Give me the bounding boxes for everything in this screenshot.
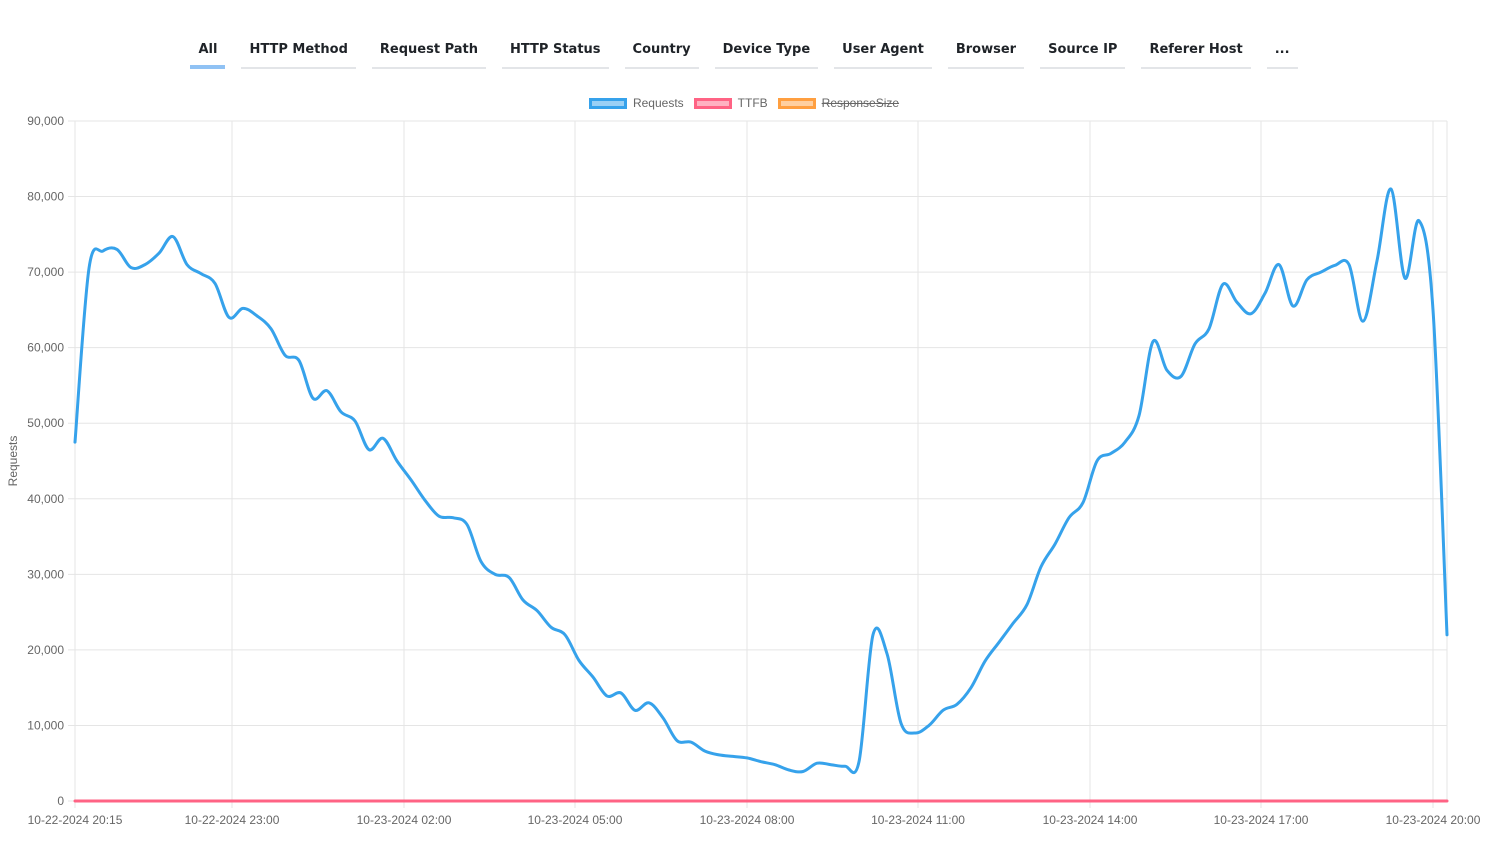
x-tick-label: 10-23-2024 08:00: [700, 813, 795, 827]
x-tick-label: 10-23-2024 05:00: [528, 813, 623, 827]
requests-line-chart: 0 10,000 20,000 30,000 40,000 50,000 60,000 70,…: [6, 114, 1481, 827]
y-tick-label: 10,000: [27, 718, 64, 732]
y-tick-label: 50,000: [27, 416, 64, 430]
x-tick-label: 10-23-2024 14:00: [1043, 813, 1138, 827]
x-tick-label: 10-23-2024 02:00: [357, 813, 452, 827]
y-tick-label: 80,000: [27, 190, 64, 204]
x-tick-label: 10-23-2024 20:00: [1386, 813, 1481, 827]
x-tick-label: 10-23-2024 17:00: [1214, 813, 1309, 827]
x-tick-label: 10-23-2024 11:00: [871, 813, 965, 827]
y-tick-label: 40,000: [27, 492, 64, 506]
y-tick-label: 70,000: [27, 265, 64, 279]
y-tick-label: 60,000: [27, 341, 64, 355]
y-axis-label: Requests: [6, 436, 20, 487]
y-tick-label: 30,000: [27, 567, 64, 581]
y-tick-label: 0: [57, 794, 64, 808]
y-tick-label: 90,000: [27, 114, 64, 128]
series-line-requests: [73, 187, 1449, 775]
x-tick-label: 10-22-2024 20:15: [28, 813, 123, 827]
y-tick-label: 20,000: [27, 643, 64, 657]
x-tick-label: 10-22-2024 23:00: [185, 813, 280, 827]
